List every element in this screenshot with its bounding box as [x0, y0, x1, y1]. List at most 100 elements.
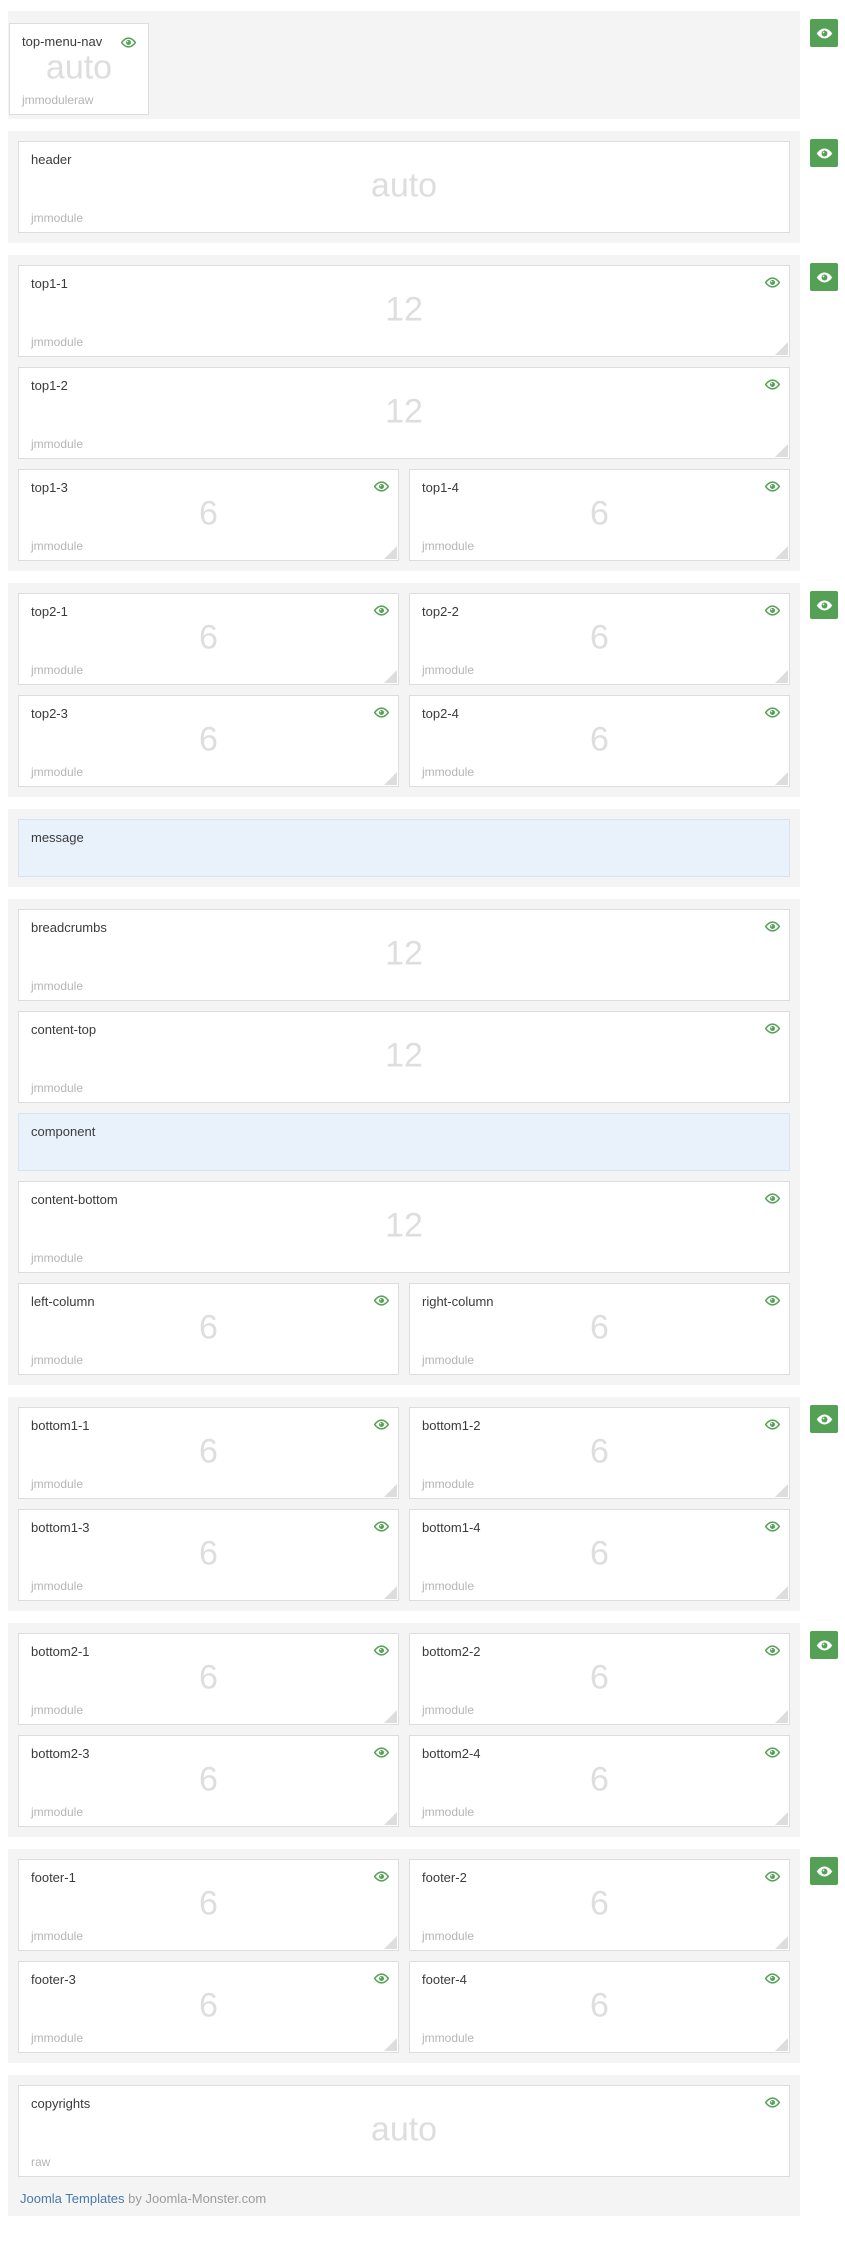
visibility-toggle-button[interactable]	[810, 1405, 838, 1433]
eye-icon[interactable]	[765, 603, 780, 618]
eye-icon[interactable]	[374, 479, 389, 494]
module-position-component: component	[18, 1113, 790, 1171]
eye-icon[interactable]	[765, 275, 780, 290]
module-type-label: raw	[31, 2155, 50, 2169]
module-position-label: top1-1	[31, 276, 777, 291]
module-type-label: jmmodule	[422, 663, 474, 677]
module-position-label: top-menu-nav	[22, 34, 136, 49]
eye-icon[interactable]	[374, 1293, 389, 1308]
eye-icon[interactable]	[374, 1869, 389, 1884]
eye-icon[interactable]	[374, 1971, 389, 1986]
resize-handle-icon[interactable]	[384, 546, 397, 559]
resize-handle-icon[interactable]	[775, 546, 788, 559]
resize-handle-icon[interactable]	[775, 1812, 788, 1825]
eye-icon[interactable]	[765, 2095, 780, 2110]
module-position-label: copyrights	[31, 2096, 777, 2111]
eye-icon[interactable]	[374, 1417, 389, 1432]
eye-icon[interactable]	[765, 1417, 780, 1432]
visibility-toggle-button[interactable]	[810, 1857, 838, 1885]
module-position-top1-4: top1-46jmmodule	[409, 469, 790, 561]
module-row: left-column6jmmoduleright-column6jmmodul…	[18, 1283, 790, 1375]
resize-handle-icon[interactable]	[775, 1586, 788, 1599]
module-position-copyrights: copyrightsautoraw	[18, 2085, 790, 2177]
eye-icon	[816, 25, 833, 42]
resize-handle-icon[interactable]	[775, 342, 788, 355]
module-row: headerautojmmodule	[18, 141, 790, 233]
eye-icon[interactable]	[765, 1021, 780, 1036]
module-span-value: 6	[19, 1987, 398, 2026]
eye-icon[interactable]	[765, 377, 780, 392]
module-span-value: 6	[19, 1433, 398, 1472]
eye-icon[interactable]	[374, 603, 389, 618]
resize-handle-icon[interactable]	[384, 1936, 397, 1949]
eye-icon[interactable]	[374, 1519, 389, 1534]
eye-icon[interactable]	[765, 1293, 780, 1308]
module-type-label: jmmodule	[422, 1353, 474, 1367]
visibility-toggle-button[interactable]	[810, 139, 838, 167]
resize-handle-icon[interactable]	[384, 670, 397, 683]
resize-handle-icon[interactable]	[775, 772, 788, 785]
module-span-value: 6	[410, 1535, 789, 1574]
eye-icon[interactable]	[765, 479, 780, 494]
eye-icon	[816, 145, 833, 162]
module-row: message	[18, 819, 790, 877]
module-row: content-top12jmmodule	[18, 1011, 790, 1103]
module-span-value: 6	[19, 1535, 398, 1574]
eye-icon[interactable]	[374, 1643, 389, 1658]
module-span-value: 6	[410, 1309, 789, 1348]
module-position-label: header	[31, 152, 777, 167]
module-type-label: jmmodule	[422, 1703, 474, 1717]
module-position-label: breadcrumbs	[31, 920, 777, 935]
eye-icon[interactable]	[765, 919, 780, 934]
module-type-label: jmmodule	[31, 1477, 83, 1491]
eye-icon	[816, 597, 833, 614]
eye-icon[interactable]	[121, 35, 136, 50]
module-position-bottom1-4: bottom1-46jmmodule	[409, 1509, 790, 1601]
section-main: breadcrumbs12jmmodulecontent-top12jmmodu…	[8, 899, 800, 1385]
resize-handle-icon[interactable]	[775, 670, 788, 683]
module-position-bottom1-2: bottom1-26jmmodule	[409, 1407, 790, 1499]
module-position-label: bottom2-1	[31, 1644, 386, 1659]
eye-icon[interactable]	[765, 1643, 780, 1658]
visibility-toggle-button[interactable]	[810, 263, 838, 291]
resize-handle-icon[interactable]	[775, 1710, 788, 1723]
module-position-label: bottom1-3	[31, 1520, 386, 1535]
module-span-value: 6	[410, 619, 789, 658]
eye-icon[interactable]	[374, 705, 389, 720]
module-position-content-top: content-top12jmmodule	[18, 1011, 790, 1103]
resize-handle-icon[interactable]	[775, 1936, 788, 1949]
resize-handle-icon[interactable]	[384, 1586, 397, 1599]
module-span-value: 6	[410, 1433, 789, 1472]
module-position-label: footer-3	[31, 1972, 386, 1987]
module-position-top2-4: top2-46jmmodule	[409, 695, 790, 787]
module-position-right-column: right-column6jmmodule	[409, 1283, 790, 1375]
eye-icon[interactable]	[765, 1191, 780, 1206]
module-position-label: content-bottom	[31, 1192, 777, 1207]
resize-handle-icon[interactable]	[775, 444, 788, 457]
resize-handle-icon[interactable]	[384, 1812, 397, 1825]
resize-handle-icon[interactable]	[384, 1710, 397, 1723]
resize-handle-icon[interactable]	[775, 1484, 788, 1497]
joomla-templates-link[interactable]: Joomla Templates	[20, 2191, 125, 2206]
eye-icon[interactable]	[765, 1519, 780, 1534]
resize-handle-icon[interactable]	[384, 1484, 397, 1497]
module-type-label: jmmodule	[422, 1929, 474, 1943]
eye-icon[interactable]	[765, 1869, 780, 1884]
resize-handle-icon[interactable]	[384, 2038, 397, 2051]
module-span-value: 6	[19, 1659, 398, 1698]
resize-handle-icon[interactable]	[384, 772, 397, 785]
eye-icon[interactable]	[765, 1745, 780, 1760]
visibility-toggle-button[interactable]	[810, 1631, 838, 1659]
eye-icon[interactable]	[765, 1971, 780, 1986]
module-span-value: 6	[410, 1659, 789, 1698]
eye-icon[interactable]	[765, 705, 780, 720]
visibility-toggle-button[interactable]	[810, 19, 838, 47]
section-top1: top1-112jmmoduletop1-212jmmoduletop1-36j…	[8, 255, 800, 571]
module-position-bottom2-3: bottom2-36jmmodule	[18, 1735, 399, 1827]
visibility-toggle-button[interactable]	[810, 591, 838, 619]
resize-handle-icon[interactable]	[775, 2038, 788, 2051]
module-row: top2-36jmmoduletop2-46jmmodule	[18, 695, 790, 787]
module-position-label: bottom2-4	[422, 1746, 777, 1761]
module-row: copyrightsautoraw	[18, 2085, 790, 2177]
eye-icon[interactable]	[374, 1745, 389, 1760]
